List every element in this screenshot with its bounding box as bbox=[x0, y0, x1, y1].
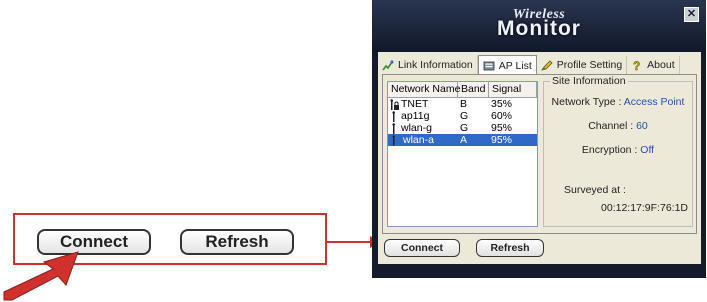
site-information-group: Site Information Network Type : Access P… bbox=[543, 75, 693, 227]
encryption-line: Encryption : Off bbox=[548, 144, 688, 156]
row-band: B bbox=[460, 98, 468, 110]
link-info-icon bbox=[382, 60, 394, 71]
tab-link-information[interactable]: Link Information bbox=[378, 56, 478, 74]
network-type-label: Network Type : bbox=[551, 96, 622, 108]
callout-connector-line bbox=[327, 241, 372, 243]
profile-icon bbox=[540, 60, 553, 71]
tab-about-label: About bbox=[647, 59, 675, 71]
row-signal: 35% bbox=[491, 98, 513, 110]
ap-list-header: Network Name Band Signal bbox=[388, 82, 537, 98]
row-band: G bbox=[460, 110, 469, 122]
button-bar: Connect Refresh bbox=[378, 234, 701, 264]
title-monitor: Monitor bbox=[497, 17, 581, 40]
header-network-name[interactable]: Network Name bbox=[388, 82, 460, 97]
tab-about[interactable]: ? About bbox=[627, 56, 680, 74]
refresh-button[interactable]: Refresh bbox=[476, 239, 544, 257]
access-point-icon bbox=[392, 110, 395, 122]
row-network-name: TNET bbox=[401, 98, 429, 110]
tab-profile-setting[interactable]: Profile Setting bbox=[537, 56, 628, 74]
refresh-button-zoomed[interactable]: Refresh bbox=[180, 229, 294, 255]
row-band: G bbox=[460, 122, 469, 134]
title-bar: Wireless Monitor ✕ bbox=[372, 0, 706, 52]
access-point-icon bbox=[392, 134, 395, 146]
header-band[interactable]: Band bbox=[458, 82, 489, 97]
wireless-monitor-window: Wireless Monitor ✕ Link Information AP L… bbox=[372, 0, 706, 278]
locked-access-point-icon bbox=[390, 98, 399, 110]
tab-profile-setting-label: Profile Setting bbox=[556, 59, 623, 71]
table-row-selected[interactable]: wlan-a A 95% bbox=[388, 134, 537, 146]
tab-bar: Link Information AP List Profile Setting bbox=[378, 55, 701, 75]
row-network-name: ap11g bbox=[401, 110, 430, 122]
channel-value: 60 bbox=[636, 120, 648, 132]
encryption-label: Encryption : bbox=[581, 144, 638, 156]
red-pointer-arrow-icon bbox=[3, 251, 79, 301]
channel-line: Channel : 60 bbox=[548, 120, 688, 132]
about-icon: ? bbox=[633, 59, 641, 71]
surveyed-value: 00:12:17:9F:76:1D bbox=[601, 202, 688, 214]
client-area: Link Information AP List Profile Setting bbox=[378, 52, 701, 264]
channel-label: Channel : bbox=[588, 120, 634, 132]
network-type-line: Network Type : Access Point bbox=[548, 96, 688, 108]
network-type-value: Access Point bbox=[623, 96, 685, 108]
surveyed-label: Surveyed at : bbox=[564, 184, 626, 196]
ap-list-table[interactable]: Network Name Band Signal TNET B 35% ap11… bbox=[387, 81, 538, 227]
site-information-legend: Site Information bbox=[550, 75, 628, 87]
table-row[interactable]: ap11g G 60% bbox=[388, 110, 537, 122]
row-signal: 95% bbox=[489, 134, 537, 146]
ap-list-panel: Network Name Band Signal TNET B 35% ap11… bbox=[382, 74, 697, 234]
table-row[interactable]: TNET B 35% bbox=[388, 98, 537, 110]
connect-button[interactable]: Connect bbox=[384, 239, 460, 257]
tab-ap-list-label: AP List bbox=[498, 59, 532, 72]
row-network-name: wlan-a bbox=[401, 134, 436, 146]
svg-text:?: ? bbox=[633, 59, 640, 71]
encryption-value: Off bbox=[640, 144, 655, 156]
row-signal: 95% bbox=[491, 122, 513, 134]
tab-ap-list[interactable]: AP List bbox=[477, 55, 537, 75]
table-row[interactable]: wlan-g G 95% bbox=[388, 122, 537, 134]
close-icon[interactable]: ✕ bbox=[684, 7, 699, 22]
ap-list-icon bbox=[483, 61, 495, 70]
access-point-icon bbox=[392, 122, 395, 134]
row-signal: 60% bbox=[491, 110, 513, 122]
header-signal[interactable]: Signal bbox=[489, 82, 537, 97]
tab-link-information-label: Link Information bbox=[398, 59, 473, 71]
row-band: A bbox=[458, 134, 489, 146]
row-network-name: wlan-g bbox=[401, 122, 432, 134]
